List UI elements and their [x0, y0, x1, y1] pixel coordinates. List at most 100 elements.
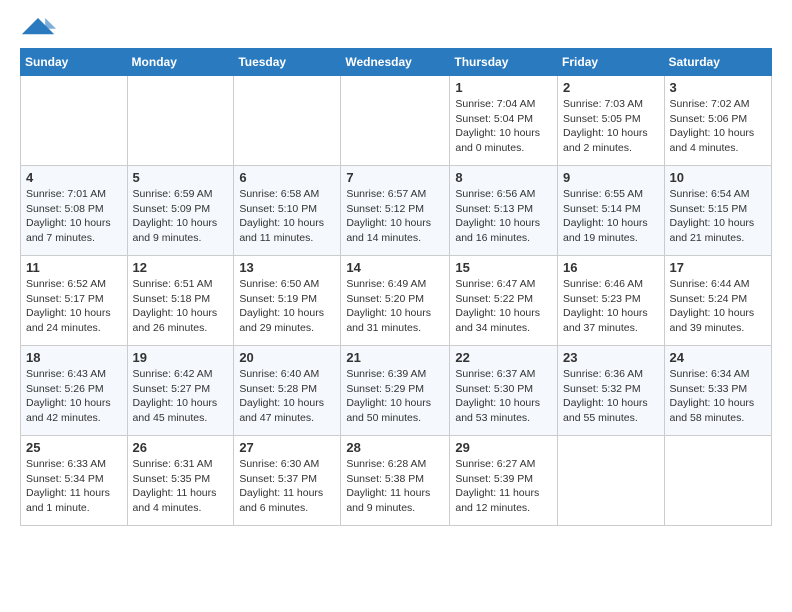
calendar-week-row: 11 Sunrise: 6:52 AM Sunset: 5:17 PM Dayli…	[21, 256, 772, 346]
day-number: 25	[26, 440, 122, 455]
day-number: 12	[133, 260, 229, 275]
day-detail: Sunrise: 7:01 AM Sunset: 5:08 PM Dayligh…	[26, 187, 122, 246]
day-detail: Sunrise: 6:55 AM Sunset: 5:14 PM Dayligh…	[563, 187, 659, 246]
day-detail: Sunrise: 6:30 AM Sunset: 5:37 PM Dayligh…	[239, 457, 335, 516]
day-number: 28	[346, 440, 444, 455]
day-detail: Sunrise: 6:43 AM Sunset: 5:26 PM Dayligh…	[26, 367, 122, 426]
calendar-cell: 9 Sunrise: 6:55 AM Sunset: 5:14 PM Daylig…	[558, 166, 665, 256]
day-detail: Sunrise: 6:47 AM Sunset: 5:22 PM Dayligh…	[455, 277, 552, 336]
weekday-header-monday: Monday	[127, 49, 234, 76]
day-detail: Sunrise: 6:52 AM Sunset: 5:17 PM Dayligh…	[26, 277, 122, 336]
day-number: 15	[455, 260, 552, 275]
day-number: 9	[563, 170, 659, 185]
calendar-week-row: 25Sunrise: 6:33 AM Sunset: 5:34 PM Dayli…	[21, 436, 772, 526]
day-number: 21	[346, 350, 444, 365]
calendar-cell: 10 Sunrise: 6:54 AM Sunset: 5:15 PM Dayli…	[664, 166, 771, 256]
calendar-cell: 5 Sunrise: 6:59 AM Sunset: 5:09 PM Daylig…	[127, 166, 234, 256]
calendar-cell	[558, 436, 665, 526]
day-number: 11	[26, 260, 122, 275]
day-number: 4	[26, 170, 122, 185]
day-detail: Sunrise: 6:37 AM Sunset: 5:30 PM Dayligh…	[455, 367, 552, 426]
calendar-cell	[21, 76, 128, 166]
calendar-week-row: 18 Sunrise: 6:43 AM Sunset: 5:26 PM Dayli…	[21, 346, 772, 436]
day-detail: Sunrise: 6:50 AM Sunset: 5:19 PM Dayligh…	[239, 277, 335, 336]
logo-icon	[20, 16, 56, 38]
day-detail: Sunrise: 6:58 AM Sunset: 5:10 PM Dayligh…	[239, 187, 335, 246]
calendar-cell: 28 Sunrise: 6:28 AM Sunset: 5:38 PM Dayli…	[341, 436, 450, 526]
calendar-cell: 11 Sunrise: 6:52 AM Sunset: 5:17 PM Dayli…	[21, 256, 128, 346]
day-number: 6	[239, 170, 335, 185]
calendar-cell	[664, 436, 771, 526]
day-detail: Sunrise: 6:46 AM Sunset: 5:23 PM Dayligh…	[563, 277, 659, 336]
calendar-cell: 27 Sunrise: 6:30 AM Sunset: 5:37 PM Dayli…	[234, 436, 341, 526]
day-number: 10	[670, 170, 766, 185]
calendar-cell: 22 Sunrise: 6:37 AM Sunset: 5:30 PM Dayli…	[450, 346, 558, 436]
day-detail: Sunrise: 6:36 AM Sunset: 5:32 PM Dayligh…	[563, 367, 659, 426]
calendar-cell: 2Sunrise: 7:03 AM Sunset: 5:05 PM Daylig…	[558, 76, 665, 166]
calendar-cell: 14 Sunrise: 6:49 AM Sunset: 5:20 PM Dayli…	[341, 256, 450, 346]
day-number: 23	[563, 350, 659, 365]
day-number: 13	[239, 260, 335, 275]
day-number: 27	[239, 440, 335, 455]
page-header	[20, 16, 772, 38]
weekday-header-row: SundayMondayTuesdayWednesdayThursdayFrid…	[21, 49, 772, 76]
day-detail: Sunrise: 6:59 AM Sunset: 5:09 PM Dayligh…	[133, 187, 229, 246]
day-detail: Sunrise: 6:39 AM Sunset: 5:29 PM Dayligh…	[346, 367, 444, 426]
day-detail: Sunrise: 6:28 AM Sunset: 5:38 PM Dayligh…	[346, 457, 444, 516]
day-detail: Sunrise: 6:40 AM Sunset: 5:28 PM Dayligh…	[239, 367, 335, 426]
day-number: 5	[133, 170, 229, 185]
day-detail: Sunrise: 6:54 AM Sunset: 5:15 PM Dayligh…	[670, 187, 766, 246]
day-number: 22	[455, 350, 552, 365]
calendar-cell: 24Sunrise: 6:34 AM Sunset: 5:33 PM Dayli…	[664, 346, 771, 436]
calendar-cell: 6 Sunrise: 6:58 AM Sunset: 5:10 PM Daylig…	[234, 166, 341, 256]
logo	[20, 16, 56, 38]
day-number: 18	[26, 350, 122, 365]
calendar-cell: 3 Sunrise: 7:02 AM Sunset: 5:06 PM Daylig…	[664, 76, 771, 166]
calendar-cell: 29 Sunrise: 6:27 AM Sunset: 5:39 PM Dayli…	[450, 436, 558, 526]
calendar-cell: 16 Sunrise: 6:46 AM Sunset: 5:23 PM Dayli…	[558, 256, 665, 346]
weekday-header-sunday: Sunday	[21, 49, 128, 76]
day-number: 26	[133, 440, 229, 455]
day-detail: Sunrise: 7:02 AM Sunset: 5:06 PM Dayligh…	[670, 97, 766, 156]
weekday-header-friday: Friday	[558, 49, 665, 76]
calendar-cell: 17 Sunrise: 6:44 AM Sunset: 5:24 PM Dayli…	[664, 256, 771, 346]
day-number: 16	[563, 260, 659, 275]
day-number: 17	[670, 260, 766, 275]
day-detail: Sunrise: 6:57 AM Sunset: 5:12 PM Dayligh…	[346, 187, 444, 246]
day-number: 20	[239, 350, 335, 365]
day-number: 8	[455, 170, 552, 185]
day-detail: Sunrise: 6:42 AM Sunset: 5:27 PM Dayligh…	[133, 367, 229, 426]
day-detail: Sunrise: 7:04 AM Sunset: 5:04 PM Dayligh…	[455, 97, 552, 156]
calendar-cell: 21 Sunrise: 6:39 AM Sunset: 5:29 PM Dayli…	[341, 346, 450, 436]
calendar-cell: 23 Sunrise: 6:36 AM Sunset: 5:32 PM Dayli…	[558, 346, 665, 436]
day-detail: Sunrise: 6:31 AM Sunset: 5:35 PM Dayligh…	[133, 457, 229, 516]
day-number: 2	[563, 80, 659, 95]
day-detail: Sunrise: 6:44 AM Sunset: 5:24 PM Dayligh…	[670, 277, 766, 336]
day-detail: Sunrise: 6:27 AM Sunset: 5:39 PM Dayligh…	[455, 457, 552, 516]
calendar-cell: 19 Sunrise: 6:42 AM Sunset: 5:27 PM Dayli…	[127, 346, 234, 436]
weekday-header-thursday: Thursday	[450, 49, 558, 76]
calendar-cell: 20 Sunrise: 6:40 AM Sunset: 5:28 PM Dayli…	[234, 346, 341, 436]
day-number: 3	[670, 80, 766, 95]
day-detail: Sunrise: 6:51 AM Sunset: 5:18 PM Dayligh…	[133, 277, 229, 336]
day-number: 29	[455, 440, 552, 455]
calendar-cell: 13 Sunrise: 6:50 AM Sunset: 5:19 PM Dayli…	[234, 256, 341, 346]
day-number: 24	[670, 350, 766, 365]
day-number: 1	[455, 80, 552, 95]
day-detail: Sunrise: 6:56 AM Sunset: 5:13 PM Dayligh…	[455, 187, 552, 246]
calendar-table: SundayMondayTuesdayWednesdayThursdayFrid…	[20, 48, 772, 526]
weekday-header-wednesday: Wednesday	[341, 49, 450, 76]
calendar-cell: 12 Sunrise: 6:51 AM Sunset: 5:18 PM Dayli…	[127, 256, 234, 346]
calendar-cell: 26 Sunrise: 6:31 AM Sunset: 5:35 PM Dayli…	[127, 436, 234, 526]
day-number: 7	[346, 170, 444, 185]
calendar-cell	[127, 76, 234, 166]
weekday-header-saturday: Saturday	[664, 49, 771, 76]
calendar-cell: 25Sunrise: 6:33 AM Sunset: 5:34 PM Dayli…	[21, 436, 128, 526]
calendar-cell: 1 Sunrise: 7:04 AM Sunset: 5:04 PM Daylig…	[450, 76, 558, 166]
calendar-cell: 15 Sunrise: 6:47 AM Sunset: 5:22 PM Dayli…	[450, 256, 558, 346]
day-number: 14	[346, 260, 444, 275]
day-detail: Sunrise: 6:49 AM Sunset: 5:20 PM Dayligh…	[346, 277, 444, 336]
day-number: 19	[133, 350, 229, 365]
calendar-cell: 18 Sunrise: 6:43 AM Sunset: 5:26 PM Dayli…	[21, 346, 128, 436]
weekday-header-tuesday: Tuesday	[234, 49, 341, 76]
